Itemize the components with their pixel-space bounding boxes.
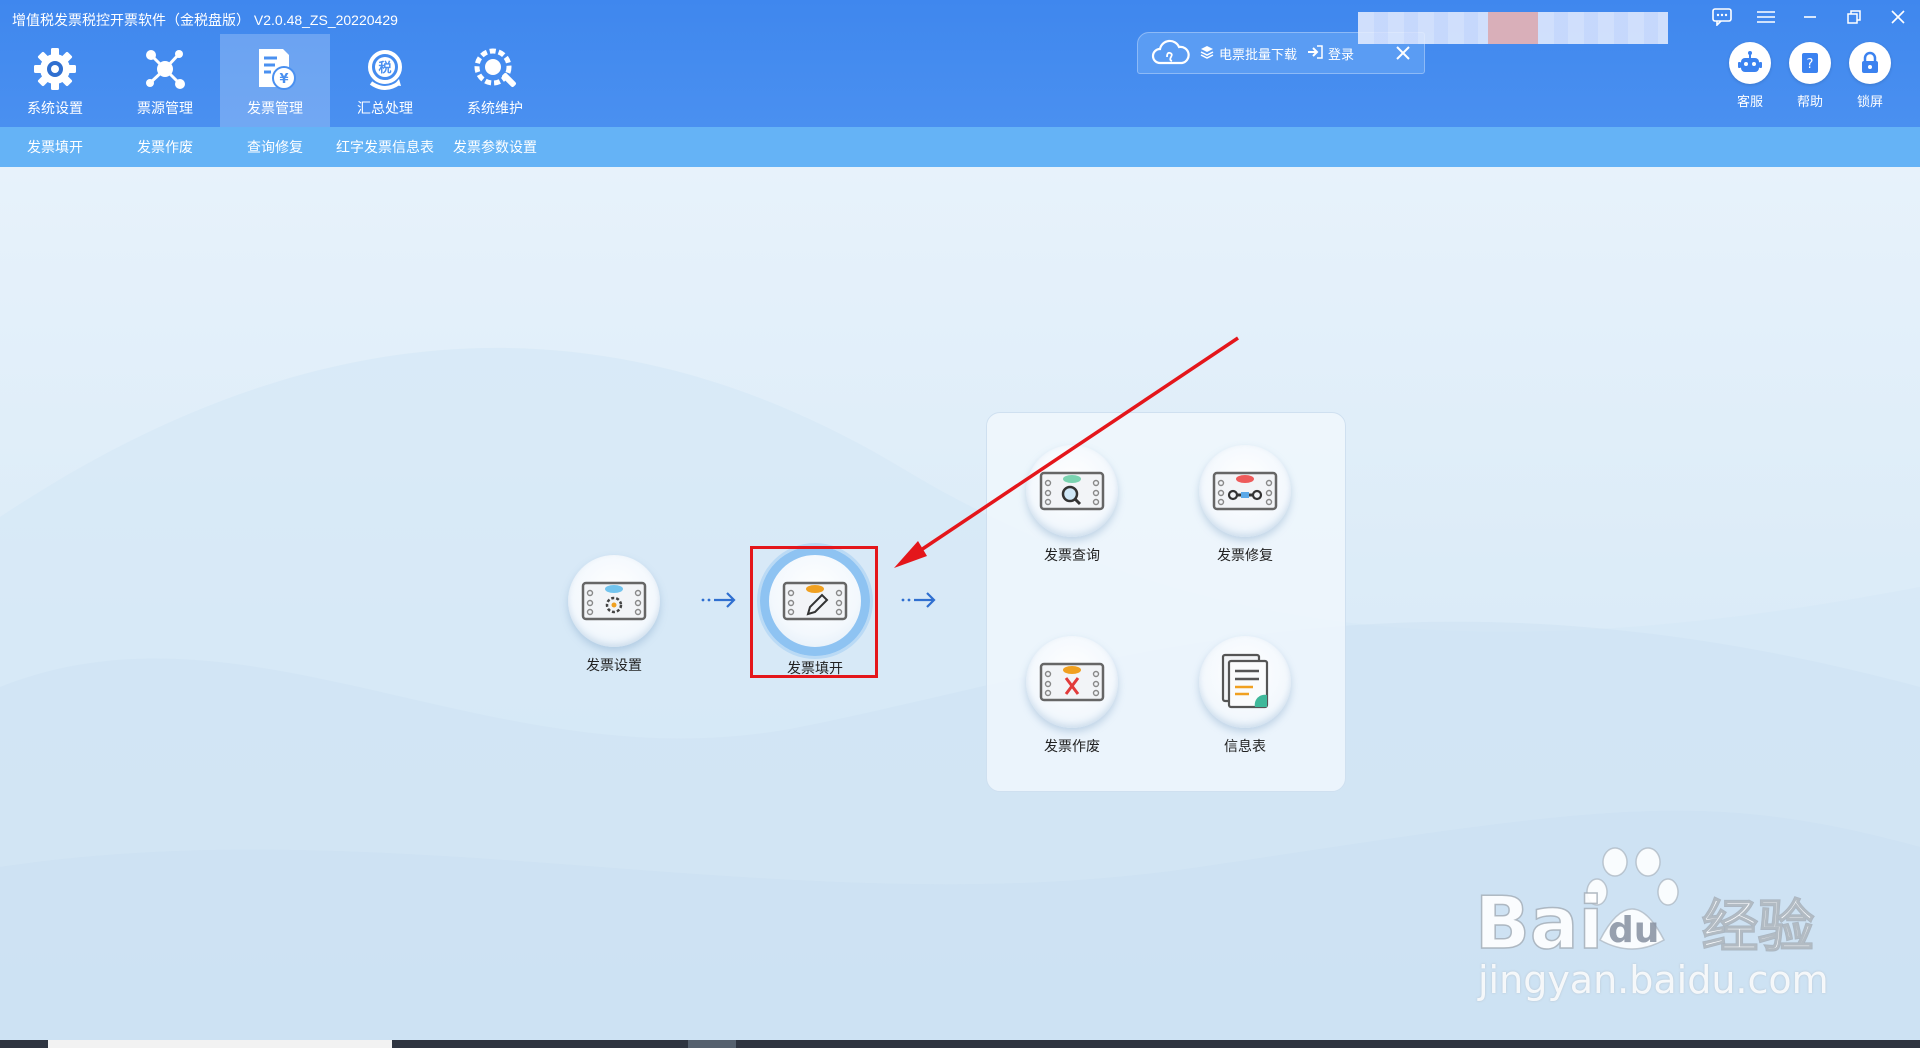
customer-service-button[interactable]: 客服 (1726, 42, 1774, 110)
window-controls (1700, 0, 1920, 34)
tab-label: 系统设置 (27, 100, 83, 116)
taskbar-item[interactable] (48, 1040, 392, 1048)
invoice-settings-label: 发票设置 (586, 657, 642, 673)
menu-icon[interactable] (1744, 0, 1788, 34)
info-sheet-icon (1199, 636, 1291, 728)
window-title: 增值税发票税控开票软件（金税盘版） V2.0.48_ZS_20220429 (12, 12, 398, 28)
invoice-settings-node[interactable]: 发票设置 (568, 555, 660, 675)
flow-arrow-icon (701, 592, 736, 608)
tab-summary[interactable]: 税 汇总处理 (330, 34, 440, 127)
invoice-repair-label: 发票修复 (1217, 547, 1273, 563)
invoice-repair-node[interactable]: 发票修复 (1199, 445, 1291, 565)
info-sheet-label: 信息表 (1224, 738, 1266, 754)
login-button[interactable]: 登录 (1307, 44, 1354, 63)
tab-label: 汇总处理 (357, 100, 413, 116)
app-header: 增值税发票税控开票软件（金税盘版） V2.0.48_ZS_20220429 系统… (0, 0, 1920, 127)
taskbar-item[interactable] (688, 1040, 736, 1048)
customer-service-label: 客服 (1736, 94, 1763, 109)
subnav-item-invoice-fill[interactable]: 发票填开 (0, 127, 110, 167)
lock-screen-button[interactable]: 锁屏 (1846, 42, 1894, 110)
nodes-icon (140, 44, 190, 94)
tab-label: 发票管理 (247, 100, 303, 116)
invoice-settings-icon (568, 555, 660, 647)
batch-download-button[interactable]: 电票批量下载 (1200, 44, 1297, 63)
svg-text:¥: ¥ (279, 72, 288, 87)
svg-text:经验: 经验 (1702, 895, 1814, 960)
subnav-item-invoice-void[interactable]: 发票作废 (110, 127, 220, 167)
watermark-url: jingyan.baidu.com (1478, 958, 1829, 1002)
flow-arrow-icon (901, 592, 936, 608)
tab-system-settings[interactable]: 系统设置 (0, 34, 110, 127)
invoice-repair-icon (1199, 445, 1291, 537)
subnav-item-red-invoice-info[interactable]: 红字发票信息表 (330, 127, 440, 167)
taskbar (0, 1040, 1920, 1048)
help-label: 帮助 (1796, 94, 1823, 109)
tax-refresh-icon: 税 (360, 44, 410, 94)
invoice-void-label: 发票作废 (1044, 738, 1100, 754)
invoice-yen-icon: ¥ (250, 44, 300, 94)
invoice-void-icon (1026, 636, 1118, 728)
subnav-item-query-repair[interactable]: 查询修复 (220, 127, 330, 167)
sub-nav: 发票填开 发票作废 查询修复 红字发票信息表 发票参数设置 (0, 127, 1920, 167)
robot-icon (1729, 42, 1771, 84)
svg-text:du: du (1608, 910, 1659, 951)
batch-download-label: 电票批量下载 (1219, 46, 1298, 62)
lock-icon (1849, 42, 1891, 84)
main-tab-bar: 系统设置 票源管理 ¥ 发票管理 税 汇总处理 系统维护 (0, 34, 550, 127)
tab-system-maintenance[interactable]: 系统维护 (440, 34, 550, 127)
close-icon[interactable] (1392, 42, 1414, 64)
svg-text:Bai: Bai (1475, 881, 1603, 965)
svg-text:?: ? (1807, 57, 1814, 72)
info-sheet-node[interactable]: 信息表 (1199, 636, 1291, 756)
login-label: 登录 (1328, 46, 1355, 62)
tab-invoice-management[interactable]: ¥ 发票管理 (220, 34, 330, 127)
layers-icon (1200, 45, 1214, 62)
invoice-search-icon (1026, 445, 1118, 537)
cloud-icon[interactable] (1150, 37, 1190, 69)
message-icon[interactable] (1700, 0, 1744, 34)
subnav-item-invoice-params[interactable]: 发票参数设置 (440, 127, 550, 167)
highlight-box (750, 546, 878, 678)
tab-ticket-source[interactable]: 票源管理 (110, 34, 220, 127)
login-icon (1307, 44, 1323, 62)
restore-icon[interactable] (1832, 0, 1876, 34)
invoice-query-node[interactable]: 发票查询 (1026, 445, 1118, 565)
invoice-query-label: 发票查询 (1044, 547, 1100, 563)
wrench-gear-icon (470, 44, 520, 94)
help-book-icon: ? (1789, 42, 1831, 84)
lock-screen-label: 锁屏 (1856, 94, 1883, 109)
redacted-user-info (1358, 12, 1668, 44)
minimize-icon[interactable] (1788, 0, 1832, 34)
help-button[interactable]: ? 帮助 (1786, 42, 1834, 110)
gear-icon (30, 44, 80, 94)
tool-buttons: 客服 ? 帮助 锁屏 (1726, 42, 1894, 110)
window-close-icon[interactable] (1876, 0, 1920, 34)
invoice-void-node[interactable]: 发票作废 (1026, 636, 1118, 756)
tab-label: 票源管理 (137, 100, 193, 116)
tab-label: 系统维护 (467, 100, 523, 116)
svg-text:税: 税 (378, 60, 391, 76)
